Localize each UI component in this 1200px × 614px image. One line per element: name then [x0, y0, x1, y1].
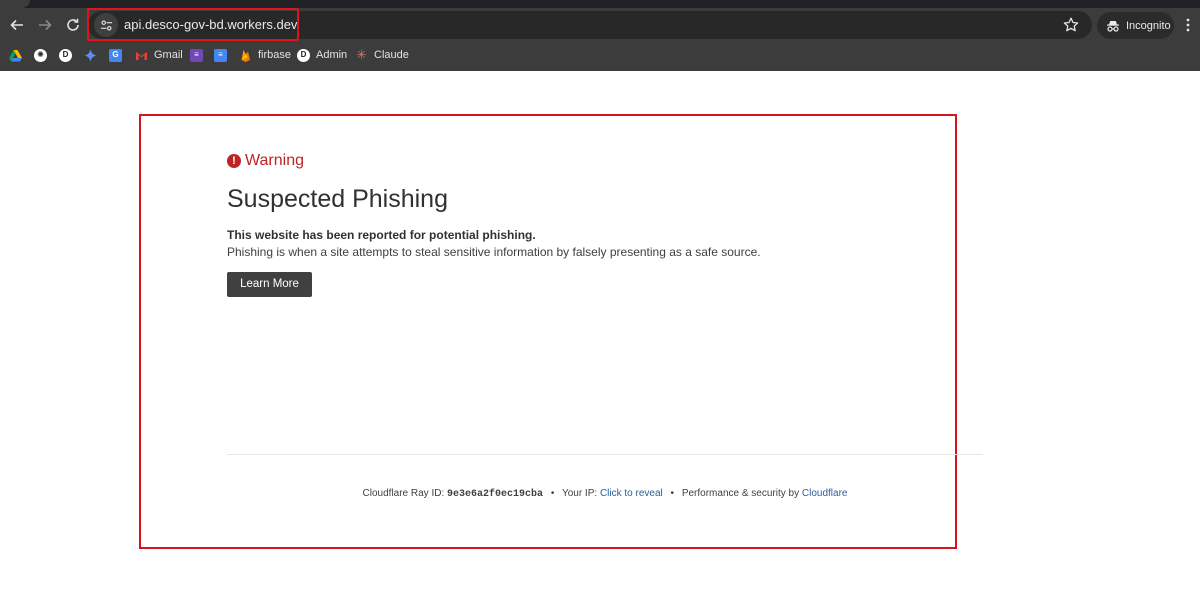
profile-label: Incognito	[1126, 19, 1171, 32]
bookmark-chatgpt[interactable]: ✺	[34, 47, 53, 63]
forward-button[interactable]	[34, 14, 56, 36]
footer-divider	[227, 454, 983, 455]
cloudflare-footer: Cloudflare Ray ID: 9e3e6a2f0ec19cba • Yo…	[227, 487, 983, 502]
firebase-icon	[241, 49, 250, 62]
warning-header: ! Warning	[227, 151, 304, 171]
bookmark-drive[interactable]	[9, 47, 28, 63]
arrow-left-icon	[10, 19, 23, 31]
reveal-ip-link[interactable]: Click to reveal	[600, 488, 663, 499]
phishing-explanation: Phishing is when a site attempts to stea…	[227, 245, 761, 259]
alert-circle-icon: !	[227, 154, 241, 168]
claude-icon: ✳	[356, 47, 367, 62]
incognito-profile-button[interactable]: Incognito	[1097, 12, 1174, 39]
active-tab[interactable]	[0, 0, 30, 8]
cloudflare-link[interactable]: Cloudflare	[802, 488, 848, 499]
translate-icon: G	[109, 48, 122, 62]
tab-strip	[0, 0, 1200, 8]
gemini-icon	[84, 48, 97, 62]
bookmark-label: firbase	[258, 49, 292, 61]
footer-separator: •	[550, 488, 555, 499]
reload-icon	[67, 18, 79, 31]
bookmark-claude[interactable]: ✳ Claude	[355, 47, 409, 63]
bookmark-label: Admin	[316, 49, 348, 61]
docs-icon: ≡	[214, 48, 227, 62]
footer-separator: •	[670, 488, 675, 499]
bookmark-translate[interactable]: G	[109, 47, 128, 63]
reload-button[interactable]	[62, 14, 84, 36]
bookmark-site[interactable]: D	[59, 47, 78, 63]
reported-notice: This website has been reported for poten…	[227, 228, 536, 242]
ray-id-label: Cloudflare Ray ID:	[362, 488, 445, 499]
browser-toolbar: api.desco-gov-bd.workers.dev Incognito ✺…	[0, 0, 1200, 71]
gmail-icon	[136, 51, 147, 60]
performance-label: Performance & security by	[681, 488, 800, 499]
bookmark-admin[interactable]: D Admin	[297, 47, 347, 63]
ray-id-value: 9e3e6a2f0ec19cba	[447, 489, 544, 500]
bookmark-label: Gmail	[154, 49, 183, 61]
bookmark-gemini[interactable]	[84, 47, 103, 63]
forms-icon: ≡	[190, 48, 203, 62]
warning-label: Warning	[245, 152, 304, 169]
site-icon: D	[59, 48, 72, 62]
arrow-right-icon	[39, 19, 52, 31]
bookmark-gmail[interactable]: Gmail	[135, 47, 183, 63]
drive-icon	[9, 49, 22, 61]
learn-more-button[interactable]: Learn More	[227, 272, 312, 297]
incognito-icon	[1107, 20, 1119, 32]
admin-icon: D	[297, 48, 310, 62]
bookmarks-bar: ✺ D G Gmail ≡ ≡ firbase D Admin ✳ Claude	[0, 44, 1200, 66]
ip-label: Your IP:	[561, 488, 598, 499]
back-button[interactable]	[6, 14, 28, 36]
bookmark-label: Claude	[374, 49, 409, 61]
bookmark-forms[interactable]: ≡	[190, 47, 209, 63]
highlight-frame	[139, 114, 957, 549]
bookmark-docs[interactable]: ≡	[214, 47, 233, 63]
page-title: Suspected Phishing	[227, 185, 448, 213]
bookmark-star-icon[interactable]	[1062, 16, 1080, 34]
chatgpt-icon: ✺	[34, 48, 47, 62]
bookmark-firebase[interactable]: firbase	[239, 47, 291, 63]
url-highlight-box	[87, 8, 299, 41]
more-vert-icon[interactable]	[1184, 17, 1192, 33]
